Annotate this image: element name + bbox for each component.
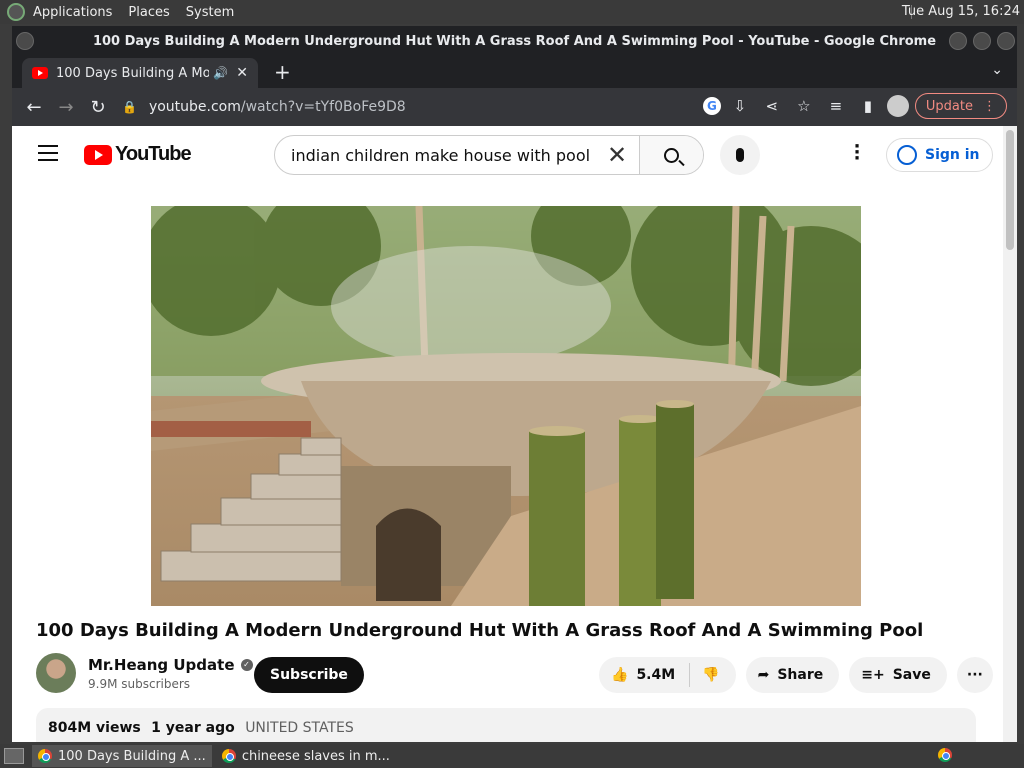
sign-in-button[interactable]: Sign in — [886, 138, 993, 172]
settings-kebab-icon[interactable]: · · · — [852, 138, 862, 168]
tab-strip: 100 Days Building A Moder 🔊 ✕ + ⌄ — [12, 56, 1017, 88]
search-icon — [664, 147, 679, 163]
reload-icon[interactable]: ↻ — [82, 97, 114, 118]
share-arrow-icon: ➦ — [757, 667, 770, 683]
media-controls-icon[interactable]: ≡ — [823, 97, 849, 115]
chrome-icon — [38, 749, 52, 763]
share-label: Share — [777, 667, 824, 683]
system-top-panel: Applications Places System Tue Aug 15, 1… — [0, 0, 1024, 24]
description-box[interactable]: 804M views 1 year ago UNITED STATES — [36, 708, 976, 742]
youtube-play-icon — [84, 144, 112, 165]
subscribe-button[interactable]: Subscribe — [254, 657, 364, 693]
video-title: 100 Days Building A Modern Underground H… — [36, 620, 924, 641]
chrome-menu-icon[interactable]: ⋮ — [983, 99, 996, 114]
tab-title: 100 Days Building A Moder — [56, 65, 210, 81]
update-button[interactable]: Update ⋮ — [914, 93, 1007, 119]
channel-avatar[interactable] — [36, 653, 76, 693]
more-actions-button[interactable]: ··· — [956, 657, 993, 693]
voice-search-button[interactable] — [720, 135, 760, 175]
verified-badge-icon: ✓ — [240, 658, 253, 671]
menu-system[interactable]: System — [186, 5, 234, 20]
menu-places[interactable]: Places — [128, 5, 169, 20]
bookmark-star-icon[interactable]: ☆ — [791, 97, 817, 115]
search-input[interactable]: indian children make house with pool — [275, 146, 595, 165]
channel-name-link[interactable]: Mr.Heang Update ✓ — [88, 656, 253, 674]
taskbar-item-label: 100 Days Building A ... — [58, 748, 206, 764]
tab-youtube[interactable]: 100 Days Building A Moder 🔊 ✕ — [22, 58, 258, 88]
window-menu-icon[interactable] — [16, 32, 34, 50]
sign-in-label: Sign in — [925, 147, 980, 163]
youtube-page: YouTube indian children make house with … — [12, 126, 1003, 742]
view-count: 804M views — [48, 720, 141, 736]
maximize-icon[interactable] — [973, 32, 991, 50]
country-tag[interactable]: UNITED STATES — [245, 720, 354, 736]
show-desktop-icon[interactable] — [4, 748, 24, 764]
like-count: 5.4M — [636, 667, 676, 683]
browser-toolbar: ← → ↻ 🔒 youtube.com/watch?v=tYf0BoFe9D8 … — [12, 88, 1017, 126]
install-app-icon[interactable]: ⇩ — [727, 97, 753, 115]
tray-chrome-icon[interactable] — [938, 748, 952, 762]
side-panel-icon[interactable]: ▮ — [855, 97, 881, 115]
page-scrollbar[interactable] — [1003, 126, 1017, 742]
like-button[interactable]: 👍 5.4M — [599, 663, 691, 687]
url-host: youtube.com — [148, 99, 241, 115]
taskbar-item-search[interactable]: chineese slaves in m... — [216, 745, 396, 767]
hamburger-menu-icon[interactable] — [38, 145, 58, 161]
thumbs-up-icon: 👍 — [611, 667, 629, 683]
thumbs-down-icon: 👎 — [702, 667, 720, 683]
account-circle-icon — [897, 145, 917, 165]
google-lens-icon[interactable]: G — [702, 97, 721, 115]
more-horizontal-icon: ··· — [966, 667, 983, 683]
close-window-icon[interactable] — [997, 32, 1015, 50]
scrollbar-thumb[interactable] — [1006, 130, 1014, 250]
tab-search-chevron-icon[interactable]: ⌄ — [991, 62, 1003, 78]
profile-avatar-icon[interactable] — [886, 95, 909, 117]
search-button[interactable] — [639, 136, 703, 174]
distro-logo-icon[interactable] — [7, 3, 25, 21]
youtube-favicon-icon — [32, 67, 48, 79]
chrome-window: 100 Days Building A Modern Underground H… — [12, 26, 1017, 742]
address-bar[interactable]: 🔒 youtube.com/watch?v=tYf0BoFe9D8 — [122, 93, 692, 121]
video-player[interactable] — [151, 206, 861, 606]
upload-age: 1 year ago — [151, 720, 235, 736]
like-dislike-group: 👍 5.4M 👎 — [599, 657, 736, 693]
youtube-wordmark: YouTube — [115, 143, 192, 165]
window-title: 100 Days Building A Modern Underground H… — [92, 33, 937, 49]
save-label: Save — [892, 667, 931, 683]
new-tab-button[interactable]: + — [274, 60, 291, 84]
lock-icon[interactable]: 🔒 — [122, 100, 137, 114]
channel-name: Mr.Heang Update — [88, 655, 235, 674]
clock[interactable]: Tue Aug 15, 16:24 — [902, 4, 1020, 19]
update-label: Update — [925, 98, 973, 114]
microphone-icon — [736, 148, 744, 162]
tab-close-icon[interactable]: ✕ — [236, 65, 248, 81]
share-button[interactable]: ➦ Share — [745, 657, 840, 693]
subscriber-count: 9.9M subscribers — [88, 676, 191, 691]
share-page-icon[interactable]: ⋖ — [759, 97, 785, 115]
taskbar-item-label: chineese slaves in m... — [241, 748, 390, 764]
video-thumbnail-image — [151, 206, 861, 606]
chrome-icon — [221, 749, 236, 763]
yt-masthead: YouTube indian children make house with … — [12, 126, 1003, 184]
taskbar-item-youtube[interactable]: 100 Days Building A ... — [32, 745, 212, 767]
minimize-icon[interactable] — [949, 32, 967, 50]
bottom-taskbar: 100 Days Building A ... chineese slaves … — [0, 744, 1024, 768]
window-titlebar[interactable]: 100 Days Building A Modern Underground H… — [12, 26, 1017, 56]
back-icon[interactable]: ← — [18, 97, 50, 118]
save-button[interactable]: ≡+ Save — [849, 657, 947, 693]
dislike-button[interactable]: 👎 — [690, 667, 735, 683]
clear-search-icon[interactable]: ✕ — [595, 141, 639, 169]
search-box: indian children make house with pool ✕ — [274, 135, 704, 175]
url-path: /watch?v=tYf0BoFe9D8 — [240, 99, 406, 115]
playlist-add-icon: ≡+ — [861, 667, 885, 683]
youtube-logo[interactable]: YouTube — [84, 143, 192, 166]
forward-icon[interactable]: → — [50, 97, 82, 118]
audio-playing-icon[interactable]: 🔊 — [213, 66, 228, 80]
menu-applications[interactable]: Applications — [33, 5, 112, 20]
video-actions: 👍 5.4M 👎 ➦ Share ≡+ Save ··· — [599, 657, 993, 693]
channel-owner: Mr.Heang Update ✓ 9.9M subscribers — [36, 653, 253, 693]
